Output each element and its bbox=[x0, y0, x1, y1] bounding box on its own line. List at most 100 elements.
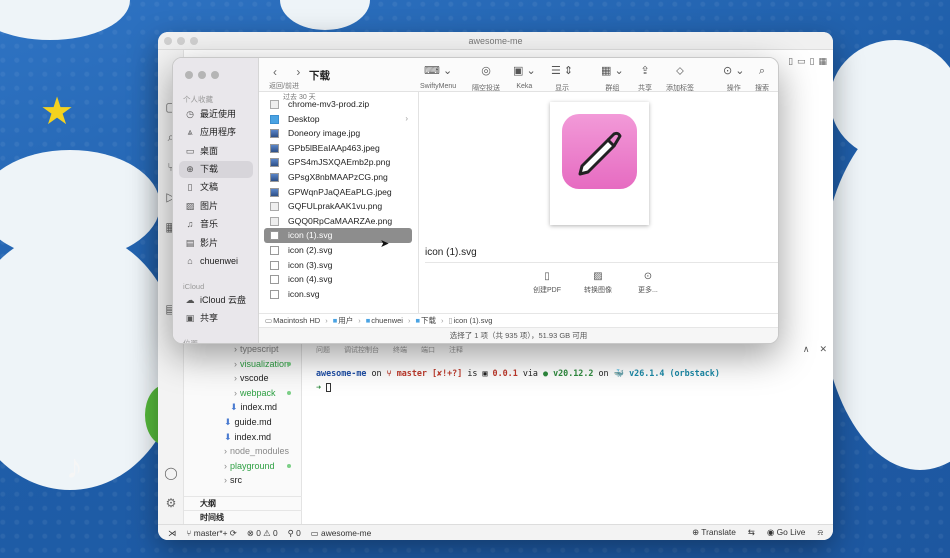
ports-status[interactable]: ⚲ 0 bbox=[288, 528, 301, 538]
file-row[interactable]: icon (3).svg bbox=[264, 258, 412, 273]
file-row[interactable]: GPsgX8nbMAAPzCG.png bbox=[264, 170, 412, 185]
path-segment[interactable]: ▯icon (1).svg bbox=[449, 316, 493, 325]
sidebar-item-picture[interactable]: ▨ 图片 bbox=[179, 198, 253, 215]
branch-status[interactable]: ⑂ master*+ ⟳ bbox=[186, 528, 236, 538]
file-row[interactable]: chrome-mv3-prod.zip bbox=[264, 97, 412, 112]
view-button[interactable]: ☰ ⇕ 显示 bbox=[551, 64, 573, 93]
timeline-section[interactable]: 时间线 bbox=[184, 510, 302, 524]
tree-item[interactable]: › webpack bbox=[184, 386, 301, 401]
compare-icon[interactable]: ⇆ bbox=[748, 527, 755, 538]
share-icon: ⇪ bbox=[640, 65, 650, 77]
sidebar-item-film[interactable]: ▤ 影片 bbox=[179, 235, 253, 252]
problems-status[interactable]: ⊗ 0 ⚠ 0 bbox=[247, 528, 278, 538]
document-icon: ▯ bbox=[187, 182, 193, 192]
file-row[interactable]: Desktop › bbox=[264, 112, 412, 127]
file-row[interactable]: GPWqnPJaQAEaPLG.jpeg bbox=[264, 185, 412, 200]
path-separator-icon: › bbox=[358, 316, 361, 325]
tree-item[interactable]: › visualization bbox=[184, 357, 301, 372]
sidebar-item-download[interactable]: ⊕ 下载 bbox=[179, 161, 253, 178]
airdrop-button[interactable]: ◎ 隔空投送 bbox=[472, 64, 500, 93]
tree-item[interactable]: › vscode bbox=[184, 371, 301, 386]
terminal-output[interactable]: awesome-me on ⑂ master [✘!+?] is ▣ 0.0.1… bbox=[302, 358, 833, 392]
file-row[interactable]: icon (1).svg bbox=[264, 228, 412, 243]
notifications-icon[interactable]: ⍾ bbox=[817, 527, 823, 538]
chevron-right-icon[interactable]: › bbox=[224, 461, 227, 471]
sidebar-item-document[interactable]: ▯ 文稿 bbox=[179, 179, 253, 196]
sidebar-item-shared[interactable]: ▣ 共享 bbox=[179, 310, 253, 327]
group-button[interactable]: ▦ ⌄ 群组 bbox=[601, 64, 624, 93]
go-live-status[interactable]: ◉ Go Live bbox=[767, 527, 806, 538]
window-controls[interactable] bbox=[164, 37, 198, 45]
tree-item[interactable]: ⬇ index.md bbox=[184, 400, 301, 415]
back-forward-label: 返回/前进 bbox=[269, 83, 299, 90]
create-pdf-button[interactable]: ▯ 创建PDF bbox=[533, 271, 561, 295]
tree-item-label: typescript bbox=[240, 344, 279, 354]
sidebar-item-desktop[interactable]: ▭ 桌面 bbox=[179, 143, 253, 160]
sidebar-item-label: 影片 bbox=[200, 238, 219, 248]
terminal-cursor bbox=[326, 383, 332, 392]
path-segment[interactable]: ▭Macintosh HD bbox=[265, 316, 320, 325]
file-row[interactable]: GPb5lBEaIAAp463.jpeg bbox=[264, 141, 412, 156]
keka-button[interactable]: ▣ ⌄ Keka bbox=[513, 64, 536, 90]
more-button[interactable]: ⊙ 更多... bbox=[638, 271, 658, 295]
folder-status[interactable]: ▭ awesome-me bbox=[311, 528, 372, 538]
preview-thumbnail bbox=[550, 102, 649, 225]
back-forward-buttons[interactable]: ‹ › bbox=[273, 65, 308, 79]
file-name: GPWqnPJaQAEaPLG.jpeg bbox=[288, 186, 392, 197]
translate-status[interactable]: ⊕ Translate bbox=[692, 527, 736, 538]
path-segment[interactable]: ■用户 bbox=[333, 315, 354, 326]
markdown-file-icon: ⬇ bbox=[230, 402, 238, 413]
svg-file-icon bbox=[270, 245, 279, 255]
swiftymenu-button[interactable]: ⌨ ⌄ SwiftyMenu bbox=[420, 64, 456, 90]
file-row[interactable]: GQQ0RpCaMAARZAe.png bbox=[264, 214, 412, 229]
chevron-right-icon[interactable]: › bbox=[224, 475, 227, 485]
path-segment[interactable]: ■chuenwei bbox=[366, 316, 403, 325]
search-button[interactable]: ⌕ 搜索 bbox=[755, 64, 769, 93]
finder-window-controls[interactable] bbox=[185, 71, 219, 79]
tree-item[interactable]: › src bbox=[184, 473, 301, 488]
sidebar-item-clock[interactable]: ◷ 最近使用 bbox=[179, 106, 253, 123]
sidebar-item-apps[interactable]: ⩓ 应用程序 bbox=[179, 124, 253, 141]
layout-controls[interactable]: ▯ ▭ ▯ ▦ bbox=[777, 50, 833, 72]
file-row[interactable]: GQFULprakAAK1vu.png bbox=[264, 199, 412, 214]
add-tag-button[interactable]: ⬦ 添加标签 bbox=[666, 64, 694, 93]
desktop-icon: ▭ bbox=[185, 146, 195, 156]
path-bar: ▭Macintosh HD › ■用户 › ■chuenwei › ■下载 › ▯icon (1… bbox=[259, 313, 778, 327]
chevron-right-icon[interactable]: › bbox=[234, 344, 237, 354]
tree-item[interactable]: ⬇ index.md bbox=[184, 430, 301, 445]
chevron-right-icon[interactable]: › bbox=[224, 446, 227, 456]
path-segment-label: chuenwei bbox=[371, 316, 403, 325]
sidebar-item-cloud[interactable]: ☁ iCloud 云盘 bbox=[179, 292, 253, 309]
finder-window: 个人收藏 ◷ 最近使用 ⩓ 应用程序 ▭ 桌面 ⊕ 下载 ▯ 文稿 ▨ 图片 ♫ 音乐 ▤ 影片 ⌂ chuenw… bbox=[172, 57, 779, 344]
image-convert-icon: ▨ bbox=[593, 271, 603, 282]
file-name: chrome-mv3-prod.zip bbox=[288, 99, 370, 109]
settings-gear-icon[interactable]: ⚙ bbox=[164, 496, 178, 510]
path-segment[interactable]: ■下载 bbox=[415, 315, 436, 326]
panel-tabs[interactable]: 问题 调试控制台 终端 端口 注释 bbox=[302, 342, 833, 358]
outline-section[interactable]: 大纲 bbox=[184, 496, 302, 510]
share-button[interactable]: ⇪ 共享 bbox=[638, 64, 652, 93]
sidebar-section-icloud: iCloud bbox=[183, 282, 205, 291]
tree-item[interactable]: › typescript bbox=[184, 342, 301, 357]
preview-pane: icon (1).svg ▯ 创建PDF ▨ 转换图像 ⊙ 更多... bbox=[419, 92, 778, 313]
chevron-right-icon[interactable]: › bbox=[234, 373, 237, 383]
convert-image-button[interactable]: ▨ 转换图像 bbox=[584, 271, 612, 295]
sidebar-item-music[interactable]: ♫ 音乐 bbox=[179, 216, 253, 233]
file-row[interactable]: icon (2).svg bbox=[264, 243, 412, 258]
film-icon: ▤ bbox=[185, 238, 195, 248]
file-row[interactable]: icon (4).svg bbox=[264, 272, 412, 287]
file-row[interactable]: Doneory image.jpg bbox=[264, 126, 412, 141]
tree-item[interactable]: ⬇ guide.md bbox=[184, 415, 301, 430]
action-button[interactable]: ⊙ ⌄ 操作 bbox=[723, 64, 745, 93]
chevron-right-icon[interactable]: › bbox=[234, 359, 237, 369]
sidebar-item-home[interactable]: ⌂ chuenwei bbox=[179, 253, 253, 270]
remote-status-icon[interactable]: ⋊ bbox=[168, 528, 176, 538]
tree-item[interactable]: › playground bbox=[184, 459, 301, 474]
file-row[interactable]: icon.svg bbox=[264, 287, 412, 302]
account-icon[interactable]: ◯ bbox=[164, 466, 178, 480]
panel-controls[interactable]: ∧ ✕ bbox=[803, 344, 827, 355]
tree-item[interactable]: › node_modules bbox=[184, 444, 301, 459]
file-row[interactable]: GPS4mJSXQAEmb2p.png bbox=[264, 155, 412, 170]
tree-item-label: index.md bbox=[240, 402, 278, 413]
chevron-right-icon[interactable]: › bbox=[234, 388, 237, 398]
